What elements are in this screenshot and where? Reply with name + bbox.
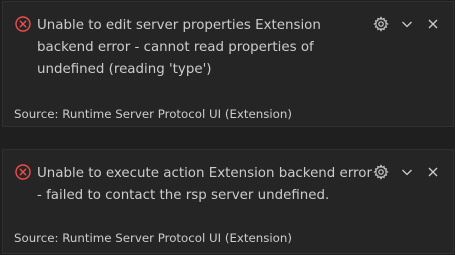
gear-icon[interactable] bbox=[373, 164, 389, 180]
notification-message: Unable to edit server properties Extensi… bbox=[37, 18, 321, 77]
notification-toolbar bbox=[373, 15, 441, 33]
close-icon[interactable] bbox=[425, 164, 441, 180]
chevron-down-icon[interactable] bbox=[399, 16, 415, 32]
close-icon[interactable] bbox=[425, 16, 441, 32]
gear-icon[interactable] bbox=[373, 16, 389, 32]
error-icon bbox=[15, 16, 31, 32]
notification-source: Source: Runtime Server Protocol UI (Exte… bbox=[14, 231, 292, 245]
error-icon bbox=[15, 164, 31, 180]
notification-toast: Unable to edit server properties Extensi… bbox=[2, 1, 454, 127]
chevron-down-icon[interactable] bbox=[399, 164, 415, 180]
notification-toolbar bbox=[373, 163, 441, 181]
notification-toast: Unable to execute action Extension backe… bbox=[2, 149, 454, 254]
notification-message: Unable to execute action Extension backe… bbox=[37, 166, 372, 203]
notification-source: Source: Runtime Server Protocol UI (Exte… bbox=[14, 107, 292, 121]
